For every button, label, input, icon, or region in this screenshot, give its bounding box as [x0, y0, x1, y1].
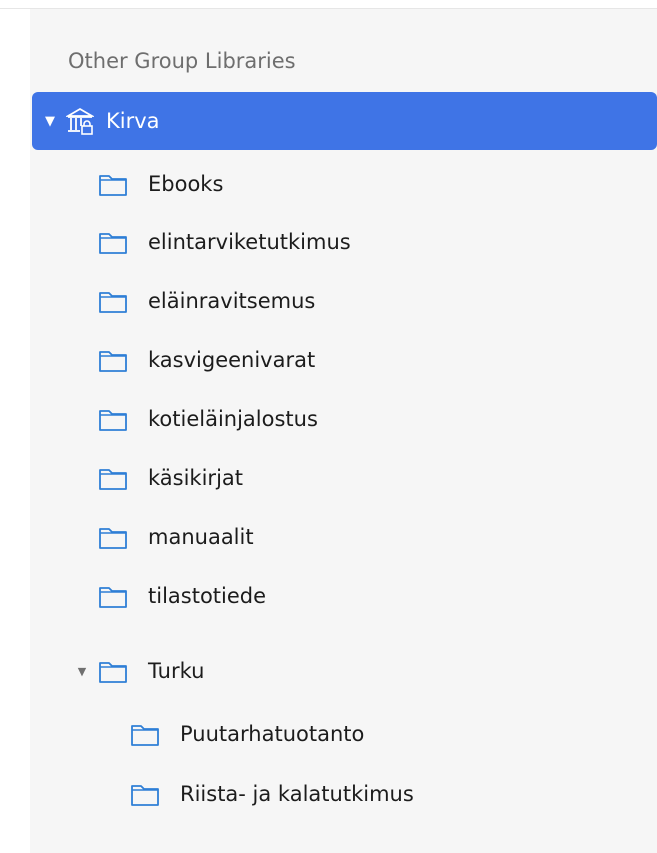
- collection-row[interactable]: kotieläinjalostus: [98, 391, 318, 447]
- library-label: Kirva: [106, 109, 160, 133]
- collection-label: tilastotiede: [148, 584, 267, 608]
- twisty-expanded-icon[interactable]: ▼: [42, 114, 58, 129]
- subcollection-label: Puutarhatuotanto: [180, 722, 365, 746]
- folder-icon: [99, 292, 127, 313]
- collection-row[interactable]: elintarviketutkimus: [98, 214, 351, 270]
- folder-icon: [131, 785, 159, 806]
- folder-icon: [99, 351, 127, 372]
- folder-icon: [99, 587, 127, 608]
- subcollection-label: Riista- ja kalatutkimus: [180, 782, 414, 806]
- folder-icon: [99, 662, 127, 683]
- collection-row[interactable]: kasvigeenivarat: [98, 332, 315, 388]
- top-divider: [0, 0, 657, 9]
- folder-icon: [99, 175, 127, 196]
- folder-icon: [99, 410, 127, 431]
- collection-row[interactable]: eläinravitsemus: [98, 273, 315, 329]
- collection-label: kotieläinjalostus: [148, 407, 318, 431]
- collection-label: käsikirjat: [148, 466, 244, 490]
- collection-label: Ebooks: [148, 172, 224, 196]
- folder-icon: [99, 528, 127, 549]
- collection-label: eläinravitsemus: [148, 289, 316, 313]
- collection-label: Turku: [148, 659, 205, 683]
- left-gutter: [0, 9, 30, 853]
- folder-icon: [99, 233, 127, 254]
- library-icon: [66, 107, 94, 135]
- collection-row[interactable]: Ebooks: [98, 156, 223, 212]
- collection-label: elintarviketutkimus: [148, 230, 351, 254]
- collection-label: kasvigeenivarat: [148, 348, 316, 372]
- collection-row[interactable]: käsikirjat: [98, 450, 243, 506]
- collection-row[interactable]: manuaalit: [98, 509, 254, 565]
- collection-row-turku[interactable]: ▼ Turku: [74, 643, 205, 699]
- subcollection-row[interactable]: Riista- ja kalatutkimus: [130, 766, 414, 822]
- collection-label: manuaalit: [148, 525, 254, 549]
- folder-icon: [131, 725, 159, 746]
- library-row-kirva[interactable]: ▼ Kirva: [32, 92, 657, 150]
- folder-icon: [99, 469, 127, 490]
- collections-pane: Other Group Libraries ▼ Kirva Ebooks eli…: [0, 0, 657, 853]
- twisty-expanded-icon[interactable]: ▼: [74, 665, 90, 678]
- collection-row[interactable]: tilastotiede: [98, 568, 266, 624]
- section-header-other-group-libraries: Other Group Libraries: [68, 49, 296, 73]
- subcollection-row[interactable]: Puutarhatuotanto: [130, 706, 364, 762]
